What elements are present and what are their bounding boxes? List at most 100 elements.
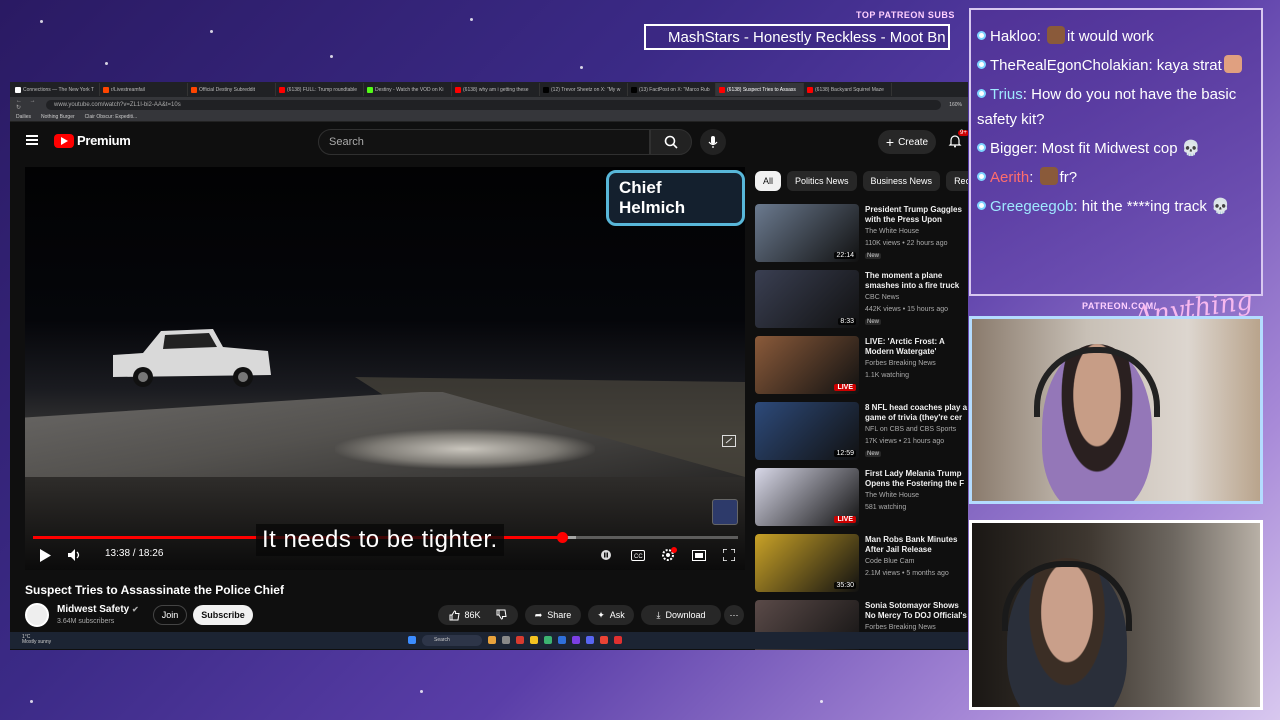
chat-badge-icon <box>977 201 986 210</box>
task-view-icon[interactable] <box>502 636 510 644</box>
fullscreen-button[interactable] <box>721 547 737 563</box>
autoplay-toggle[interactable] <box>599 547 613 563</box>
bookmark-item[interactable]: Dailies <box>16 114 31 120</box>
filter-chip[interactable]: Politics News <box>787 171 857 191</box>
recommended-channel[interactable]: CBC News <box>865 294 899 301</box>
browser-tab[interactable]: (6138) Suspect Tries to Assass <box>716 83 804 96</box>
share-button[interactable]: ➦ Share <box>525 605 581 625</box>
video-thumbnail[interactable]: LIVE <box>755 336 859 394</box>
chat-username[interactable]: TheRealEgonCholakian <box>990 57 1148 74</box>
miniplayer-icon[interactable] <box>722 435 736 447</box>
filter-chip[interactable]: All <box>755 171 782 191</box>
captions-button[interactable]: CC <box>630 547 646 563</box>
recommended-channel[interactable]: The White House <box>865 228 919 235</box>
recommended-channel[interactable]: Forbes Breaking News <box>865 624 936 631</box>
recommended-title[interactable]: Man Robs Bank Minutes After Jail Release <box>865 535 968 555</box>
recommended-meta: 1.1K watching <box>865 372 909 379</box>
menu-icon[interactable] <box>26 135 38 145</box>
bookmark-item[interactable]: Nothing Burger <box>41 114 75 120</box>
video-player[interactable]: Chief Helmich It needs to be tighter. 13… <box>25 167 745 570</box>
recommended-title[interactable]: President Trump Gaggles with the Press U… <box>865 205 968 225</box>
recommended-title[interactable]: The moment a plane smashes into a fire t… <box>865 271 968 291</box>
dislike-button[interactable] <box>496 609 507 622</box>
like-button[interactable]: 86K <box>449 609 481 621</box>
notifications-bell-icon[interactable] <box>948 134 962 148</box>
recommended-meta: 17K views • 21 hours ago <box>865 438 945 445</box>
recommended-video[interactable]: 35:30 Man Robs Bank Minutes After Jail R… <box>755 534 968 594</box>
app-icon[interactable] <box>614 636 622 644</box>
app-icon[interactable] <box>544 636 552 644</box>
browser-tab[interactable]: Destiny - Watch the VOD on Ki <box>364 83 452 96</box>
search-input[interactable]: Search <box>318 129 650 155</box>
recommended-channel[interactable]: Code Blue Cam <box>865 558 914 565</box>
video-thumbnail[interactable]: 12:59 <box>755 402 859 460</box>
recommended-channel[interactable]: NFL on CBS and CBS Sports <box>865 426 956 433</box>
bookmark-item[interactable]: Clair Obscur: Expediti... <box>85 114 138 120</box>
create-button[interactable]: + Create <box>878 130 936 154</box>
recommended-video[interactable]: LIVE LIVE: 'Arctic Frost: A Modern Water… <box>755 336 968 396</box>
app-icon[interactable] <box>572 636 580 644</box>
video-thumbnail[interactable]: LIVE <box>755 468 859 526</box>
app-icon[interactable] <box>516 636 524 644</box>
browser-tab[interactable]: r/Livestreamfail <box>100 83 188 96</box>
recommended-title[interactable]: Sonia Sotomayor Shows No Mercy To DOJ Of… <box>865 601 968 621</box>
recommended-title[interactable]: First Lady Melania Trump Opens the Foste… <box>865 469 968 489</box>
play-button[interactable] <box>37 547 53 563</box>
video-thumbnail[interactable]: 22:14 <box>755 204 859 262</box>
file-explorer-icon[interactable] <box>530 636 538 644</box>
download-button[interactable]: ⤓ Download <box>641 605 721 625</box>
browser-tab[interactable]: Connections — The New York T <box>12 83 100 96</box>
taskbar-search[interactable]: Search <box>422 635 482 646</box>
browser-tab[interactable]: (6138) why am i getting these <box>452 83 540 96</box>
filter-chip[interactable]: Rece <box>946 171 968 191</box>
recommended-channel[interactable]: The White House <box>865 492 919 499</box>
chat-message: Bigger: Most fit Midwest cop 💀 <box>977 136 1255 161</box>
url-field[interactable]: www.youtube.com/watch?v=ZL1I-bi2-AA&t=10… <box>46 99 942 110</box>
recommended-video[interactable]: 12:59 8 NFL head coaches play a game of … <box>755 402 968 462</box>
ask-button[interactable]: ✦ Ask <box>588 605 634 625</box>
subscribe-button[interactable]: Subscribe <box>193 605 253 625</box>
more-actions-button[interactable]: ⋯ <box>724 605 744 625</box>
join-button[interactable]: Join <box>153 605 187 625</box>
browser-tab[interactable]: (12) Trevor Sheetz on X: "My w <box>540 83 628 96</box>
volume-button[interactable] <box>67 547 83 563</box>
browser-tab[interactable]: (6138) Backyard Squirrel Maze <box>804 83 892 96</box>
zoom-level[interactable]: 160% <box>949 102 962 108</box>
chat-username[interactable]: Aerith <box>990 169 1029 186</box>
chat-username[interactable]: Greegeegob <box>990 198 1073 215</box>
discord-icon[interactable] <box>586 636 594 644</box>
progress-scrubber[interactable] <box>556 532 568 543</box>
recommended-channel[interactable]: Forbes Breaking News <box>865 360 936 367</box>
chat-username[interactable]: Trius <box>990 86 1023 103</box>
recommended-video[interactable]: LIVE First Lady Melania Trump Opens the … <box>755 468 968 528</box>
video-duration: 35:30 <box>834 582 856 589</box>
recommended-video[interactable]: 8:33 The moment a plane smashes into a f… <box>755 270 968 330</box>
windows-start-icon[interactable] <box>408 636 416 644</box>
channel-name[interactable]: Midwest Safety ✔ <box>57 604 139 615</box>
browser-tab[interactable]: Official Destiny Subreddit <box>188 83 276 96</box>
browser-tab[interactable]: (13) FactPost on X: "Marco Rub <box>628 83 716 96</box>
nav-buttons[interactable]: ← → ↻ <box>16 98 46 111</box>
video-thumbnail[interactable]: 8:33 <box>755 270 859 328</box>
recommended-title[interactable]: LIVE: 'Arctic Frost: A Modern Watergate'… <box>865 337 968 357</box>
channel-avatar[interactable] <box>25 603 49 627</box>
search-button[interactable] <box>650 129 692 155</box>
recommended-video[interactable]: 22:14 President Trump Gaggles with the P… <box>755 204 968 264</box>
copilot-icon[interactable] <box>488 636 496 644</box>
youtube-logo[interactable]: Premium <box>54 133 131 148</box>
recommended-title[interactable]: 8 NFL head coaches play a game of trivia… <box>865 403 968 423</box>
chat-username[interactable]: Bigger <box>990 140 1033 157</box>
filter-chips: AllPolitics NewsBusiness NewsRece <box>755 171 968 191</box>
background-star <box>580 66 583 69</box>
tab-label: (6138) Suspect Tries to Assass <box>727 86 796 93</box>
chat-username[interactable]: Hakloo <box>990 28 1037 45</box>
weather-widget[interactable]: 1°C Mostly sunny <box>22 635 51 645</box>
voice-search-button[interactable] <box>700 129 726 155</box>
filter-chip[interactable]: Business News <box>862 171 941 191</box>
video-thumbnail[interactable]: 35:30 <box>755 534 859 592</box>
theater-mode-button[interactable] <box>691 547 707 563</box>
windows-taskbar: 1°C Mostly sunny Search <box>10 632 968 649</box>
browser-tab[interactable]: (6138) FULL: Trump roundtable <box>276 83 364 96</box>
chrome-icon[interactable] <box>600 636 608 644</box>
app-icon[interactable] <box>558 636 566 644</box>
